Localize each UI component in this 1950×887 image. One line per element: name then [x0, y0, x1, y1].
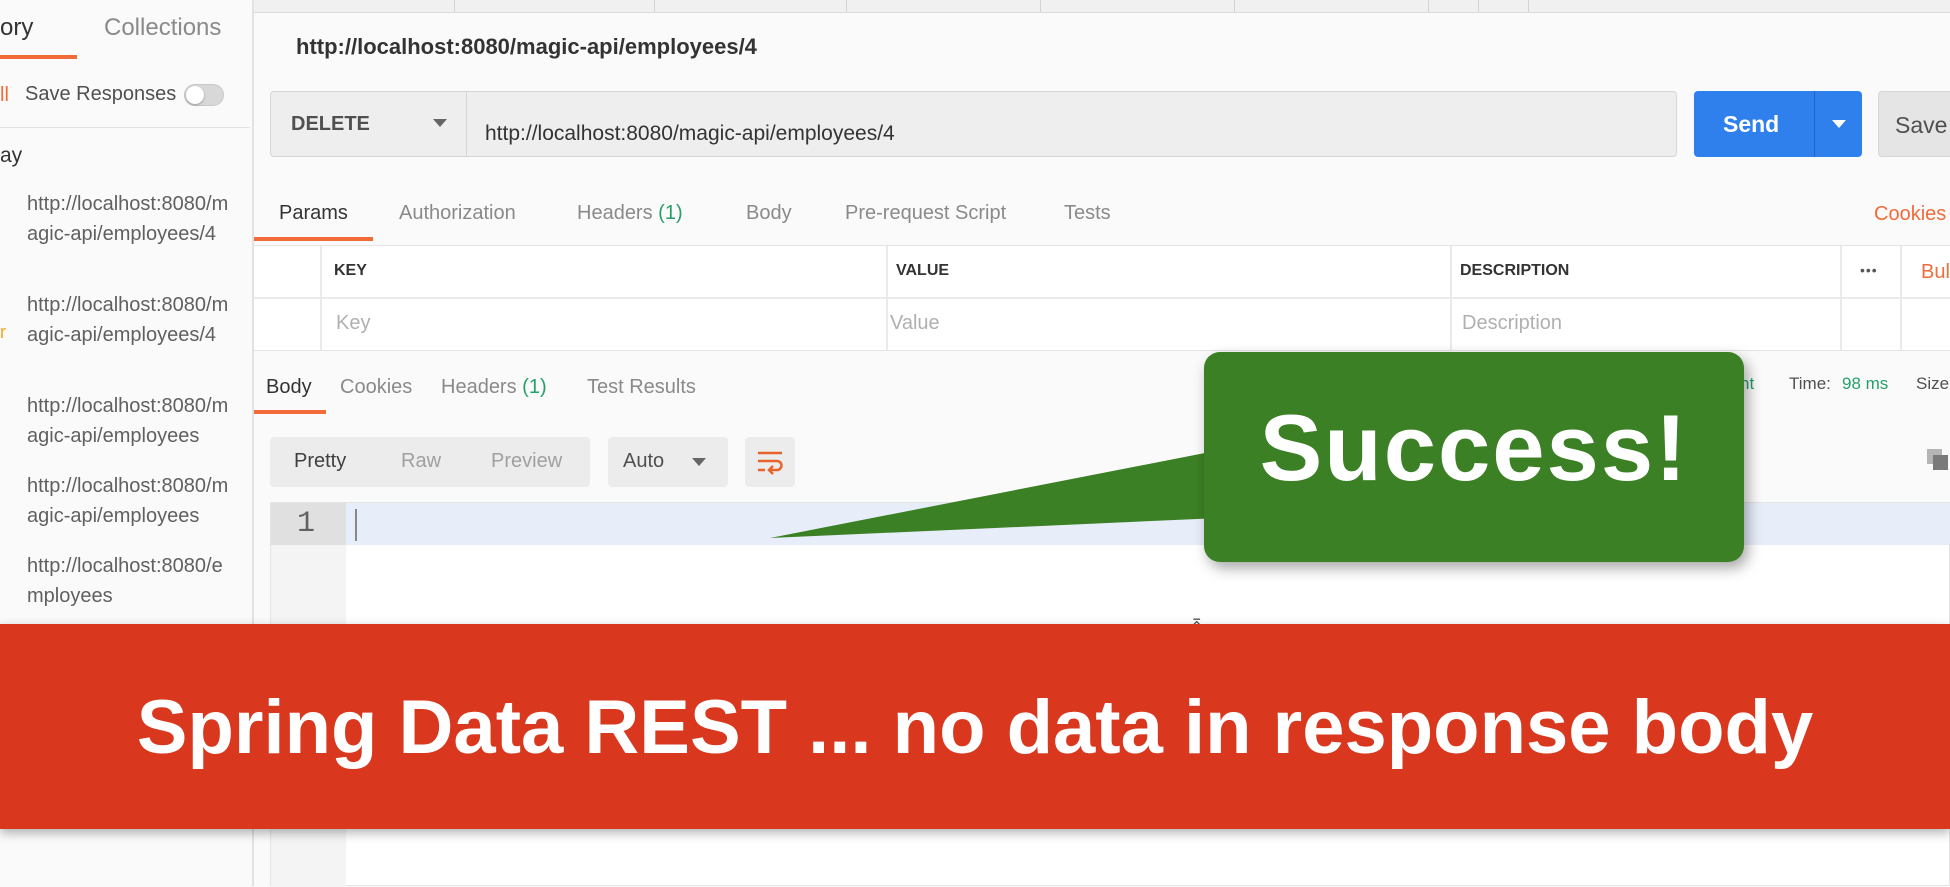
tab-tests[interactable]: Tests	[1064, 202, 1111, 225]
response-tab-cookies[interactable]: Cookies	[340, 376, 412, 399]
clear-all-link[interactable]: ll	[0, 84, 9, 107]
tab-separator	[846, 0, 847, 12]
row-divider	[254, 297, 1950, 299]
copy-icon[interactable]	[1926, 448, 1950, 472]
text-cursor	[355, 509, 357, 541]
tab-separator	[1428, 0, 1429, 12]
wrap-lines-button[interactable]	[745, 437, 795, 487]
send-label: Send	[1723, 111, 1780, 137]
response-headers-count: (1)	[522, 376, 547, 398]
language-label: Auto	[623, 450, 665, 472]
tab-collections[interactable]: Collections	[104, 14, 221, 42]
tab-separator	[1478, 0, 1479, 12]
more-options-icon[interactable]: •••	[1860, 262, 1878, 278]
send-button[interactable]: Send	[1694, 91, 1862, 157]
response-tab-headers[interactable]: Headers (1)	[441, 376, 547, 399]
format-pretty-button[interactable]: Pretty	[294, 450, 346, 473]
request-tab-strip[interactable]	[254, 0, 1950, 13]
save-label: Save	[1895, 112, 1948, 138]
method-select[interactable]: DELETE	[270, 91, 466, 157]
history-day-label: ay	[0, 144, 23, 167]
history-item[interactable]: http://localhost:8080/magic-api/employee…	[27, 391, 237, 451]
send-split-divider	[1814, 91, 1815, 157]
tab-separator	[1234, 0, 1235, 12]
save-responses-label: Save Responses	[25, 83, 177, 105]
caption-banner: Spring Data REST ... no data in response…	[0, 624, 1950, 829]
active-tab-indicator	[0, 55, 77, 59]
bulk-edit-link[interactable]: Bul	[1921, 261, 1950, 284]
tab-separator	[1040, 0, 1041, 12]
language-select[interactable]: Auto	[608, 437, 728, 487]
url-input[interactable]	[466, 91, 1677, 157]
description-input[interactable]: Description	[1462, 312, 1562, 335]
response-time-label: Time:	[1789, 374, 1831, 393]
tab-authorization[interactable]: Authorization	[399, 202, 516, 225]
chevron-down-icon	[692, 458, 706, 466]
key-input[interactable]: Key	[336, 312, 370, 335]
request-title: http://localhost:8080/magic-api/employee…	[296, 34, 757, 59]
response-time-value: 98 ms	[1842, 374, 1889, 393]
history-method-badge: r	[0, 322, 6, 342]
column-header-description: DESCRIPTION	[1460, 262, 1570, 279]
value-input[interactable]: Value	[890, 312, 940, 335]
wrap-lines-icon	[758, 451, 783, 475]
sidebar-divider	[0, 127, 250, 128]
params-table: KEY VALUE DESCRIPTION Key Value Descript…	[254, 245, 1950, 351]
line-number: 1	[297, 507, 316, 541]
caption-banner-text: Spring Data REST ... no data in response…	[136, 685, 1814, 770]
success-callout-text: Success!	[1259, 395, 1689, 500]
response-tab-headers-label: Headers	[441, 376, 517, 398]
success-callout: Success!	[1204, 352, 1744, 562]
cookies-link[interactable]: Cookies	[1874, 203, 1946, 226]
tab-params[interactable]: Params	[279, 202, 348, 225]
tab-separator	[1528, 0, 1529, 12]
history-item[interactable]: http://localhost:8080/magic-api/employee…	[27, 189, 237, 249]
headers-count: (1)	[658, 202, 683, 224]
format-mode-group: Pretty Raw Preview	[270, 437, 590, 487]
tab-body[interactable]: Body	[746, 202, 792, 225]
response-size-label: Size	[1916, 374, 1950, 393]
active-tab-indicator	[254, 237, 373, 241]
history-item[interactable]: http://localhost:8080/employees	[27, 551, 237, 611]
tab-separator	[454, 0, 455, 12]
column-header-value: VALUE	[896, 262, 950, 279]
toggle-knob	[186, 86, 204, 104]
tab-history[interactable]: ory	[0, 14, 33, 42]
chevron-down-icon	[433, 119, 447, 127]
method-label: DELETE	[291, 113, 370, 135]
tab-headers[interactable]: Headers (1)	[577, 202, 683, 225]
response-tab-body[interactable]: Body	[266, 376, 312, 399]
active-tab-indicator	[254, 410, 326, 414]
save-responses-toggle[interactable]	[184, 84, 224, 106]
chevron-down-icon[interactable]	[1832, 120, 1846, 128]
history-item[interactable]: http://localhost:8080/magic-api/employee…	[27, 290, 237, 350]
history-item[interactable]: http://localhost:8080/magic-api/employee…	[27, 471, 237, 531]
tab-headers-label: Headers	[577, 202, 653, 224]
save-button[interactable]: Save	[1878, 91, 1950, 157]
tab-pre-request-script[interactable]: Pre-request Script	[845, 202, 1006, 225]
column-header-key: KEY	[334, 262, 367, 279]
format-preview-button[interactable]: Preview	[491, 450, 562, 473]
response-tab-test-results[interactable]: Test Results	[587, 376, 696, 399]
tab-separator	[654, 0, 655, 12]
format-raw-button[interactable]: Raw	[401, 450, 441, 473]
